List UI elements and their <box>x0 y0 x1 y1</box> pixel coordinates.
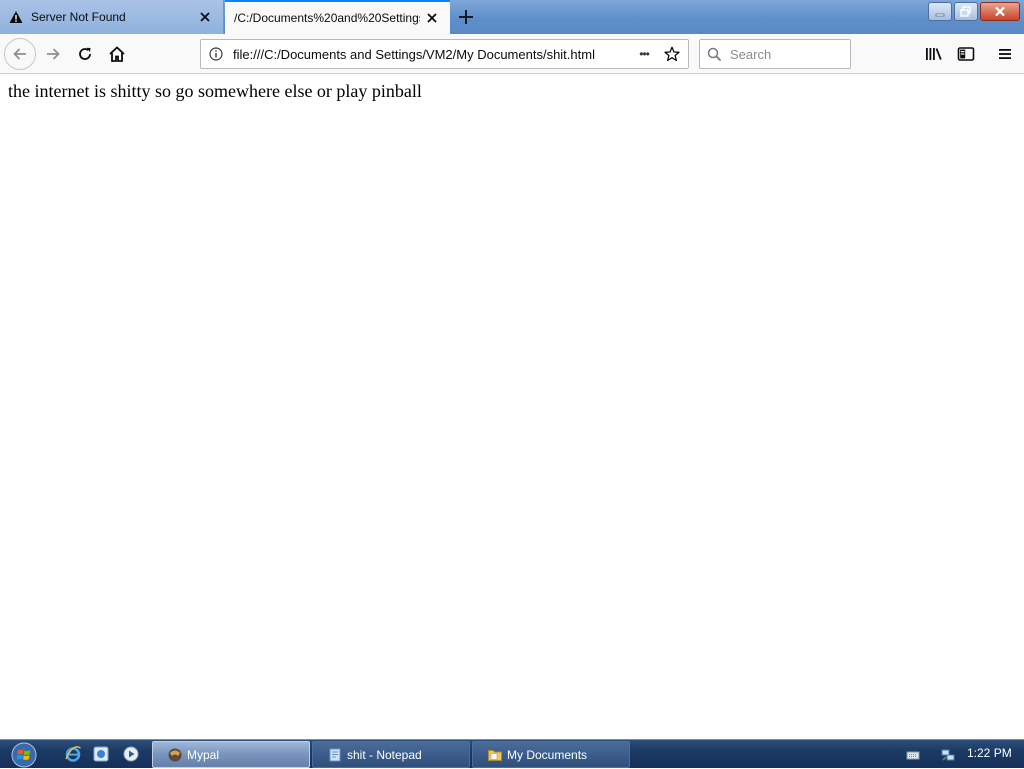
menu-button[interactable] <box>989 38 1021 70</box>
hamburger-icon <box>999 49 1011 59</box>
restore-icon <box>960 6 971 17</box>
close-icon <box>995 6 1005 17</box>
star-icon <box>664 46 680 62</box>
warning-icon <box>8 9 24 25</box>
search-input[interactable] <box>728 42 846 66</box>
tab-local-file[interactable]: /C:/Documents%20and%20Settings/ <box>225 0 450 34</box>
windows-logo-icon <box>11 742 37 768</box>
sidebar-icon <box>957 47 975 61</box>
close-window-button[interactable] <box>980 2 1020 21</box>
sidebar-button[interactable] <box>950 38 982 70</box>
system-clock[interactable]: 1:22 PM <box>967 746 1012 760</box>
reload-icon <box>79 47 91 60</box>
taskbar-item-my-documents[interactable]: My Documents <box>472 741 630 768</box>
page-content: the internet is shitty so go somewhere e… <box>0 75 1024 739</box>
title-bar: Server Not Found /C:/Documents%20and%20S… <box>0 0 1024 34</box>
new-tab-button[interactable] <box>452 3 480 31</box>
taskbar-item-label: shit - Notepad <box>347 747 422 762</box>
tab-label: /C:/Documents%20and%20Settings/ <box>234 11 420 25</box>
more-icon: ••• <box>639 47 650 61</box>
plus-icon <box>459 10 473 24</box>
search-icon <box>700 47 728 62</box>
home-icon <box>109 46 125 62</box>
info-icon[interactable] <box>201 40 231 68</box>
taskbar-item-label: Mypal <box>187 747 220 762</box>
taskbar-item-notepad[interactable]: shit - Notepad <box>312 741 470 768</box>
library-button[interactable] <box>918 38 950 70</box>
back-button[interactable] <box>4 38 36 70</box>
tab-label: Server Not Found <box>31 10 126 24</box>
window-controls <box>926 2 1020 22</box>
network-icon[interactable] <box>940 747 956 763</box>
start-button[interactable] <box>9 741 39 769</box>
reload-button[interactable] <box>69 38 101 70</box>
home-button[interactable] <box>101 38 133 70</box>
minimize-button[interactable] <box>928 2 952 21</box>
internet-explorer-icon[interactable] <box>64 745 82 763</box>
search-bar[interactable] <box>699 39 851 69</box>
tab-server-not-found[interactable]: Server Not Found <box>0 0 224 34</box>
forward-arrow-icon <box>47 48 60 60</box>
explorer-quicklaunch-icon[interactable] <box>92 745 110 763</box>
bookmark-star-button[interactable] <box>658 40 686 68</box>
folder-icon <box>487 747 503 763</box>
mypal-icon <box>167 747 183 763</box>
url-bar[interactable]: file:///C:/Documents and Settings/VM2/My… <box>200 39 689 69</box>
page-body-text: the internet is shitty so go somewhere e… <box>8 81 422 101</box>
page-actions-button[interactable]: ••• <box>630 40 658 68</box>
back-arrow-icon <box>13 48 26 60</box>
url-text[interactable]: file:///C:/Documents and Settings/VM2/My… <box>231 47 630 62</box>
notepad-icon <box>327 747 343 763</box>
minimize-icon <box>935 13 945 16</box>
navigation-toolbar: file:///C:/Documents and Settings/VM2/My… <box>0 34 1024 74</box>
taskbar: Mypal shit - Notepad My Documents 1:22 P… <box>0 739 1024 768</box>
close-tab-icon[interactable] <box>420 6 444 30</box>
restore-button[interactable] <box>954 2 978 21</box>
taskbar-item-mypal[interactable]: Mypal <box>152 741 310 768</box>
close-tab-icon[interactable] <box>193 5 217 29</box>
media-player-icon[interactable] <box>122 745 140 763</box>
keyboard-icon[interactable] <box>905 747 921 763</box>
library-icon <box>926 48 942 60</box>
forward-button[interactable] <box>37 38 69 70</box>
taskbar-item-label: My Documents <box>507 747 588 762</box>
